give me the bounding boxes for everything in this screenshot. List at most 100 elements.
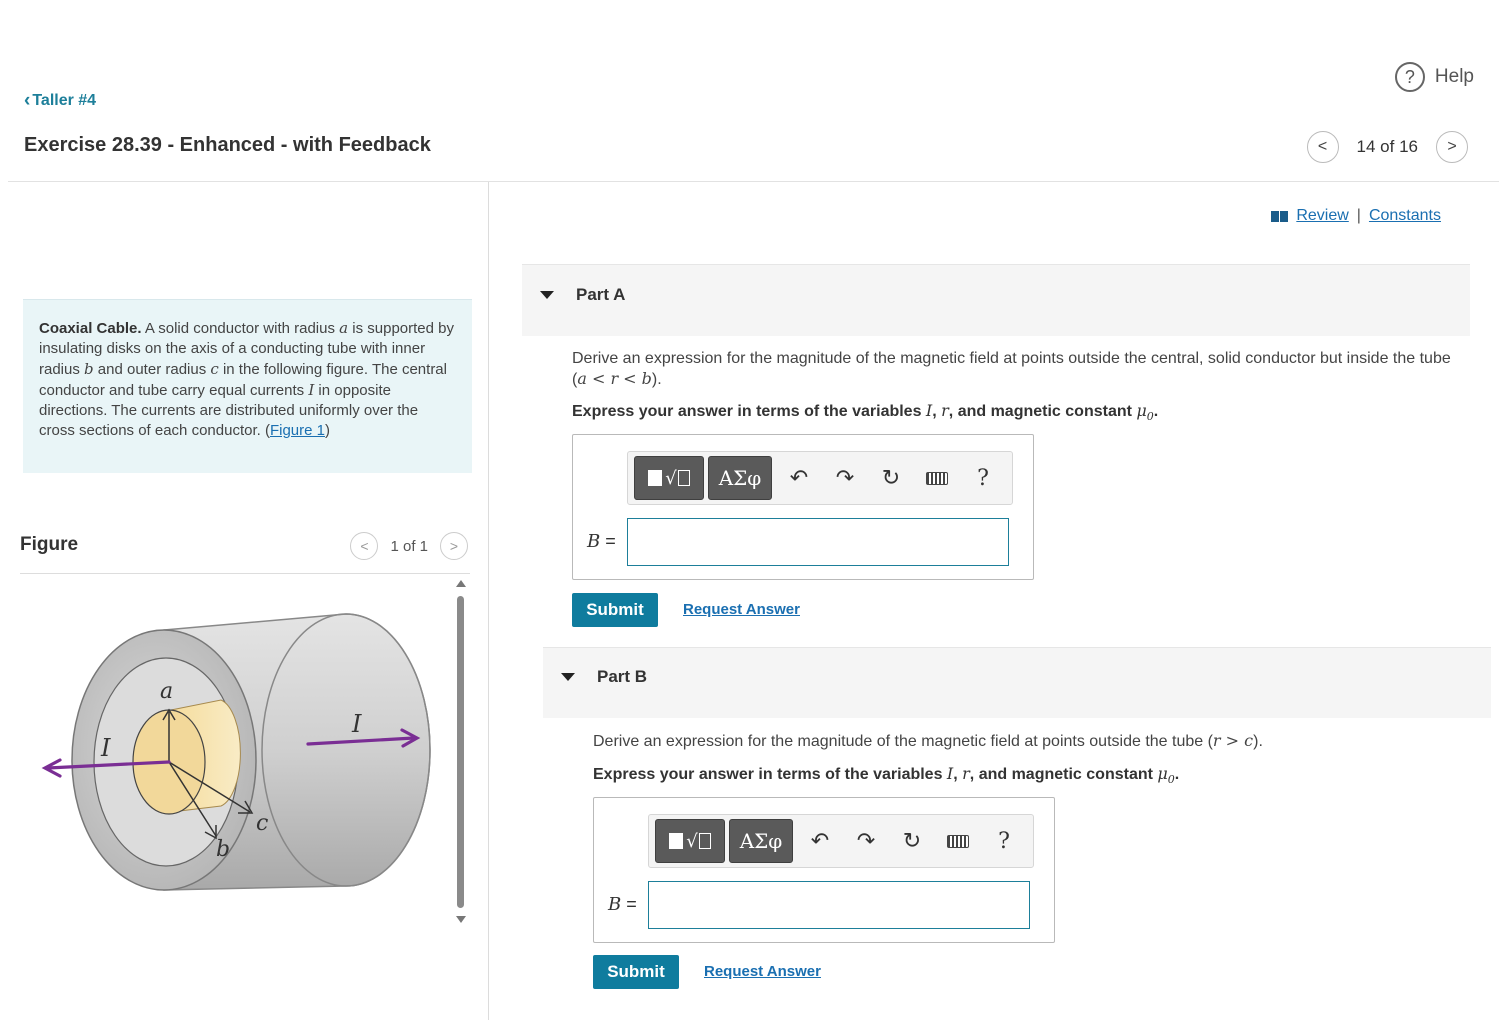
prompt-text: Derive an expression for the magnitude o…	[593, 733, 1208, 750]
part-b-label: Part B	[597, 667, 648, 686]
figure-label-current-right: I	[351, 710, 362, 738]
instruction-text: .	[1174, 766, 1180, 783]
exercise-pager: < 14 of 16 >	[1306, 131, 1468, 163]
part-b-answer-label: B =	[608, 894, 637, 915]
part-a-title-row: Part A	[540, 285, 625, 305]
greek-symbols-button[interactable]: ΑΣφ	[708, 456, 772, 500]
panel-divider	[488, 182, 489, 1020]
constants-link[interactable]: Constants	[1369, 207, 1441, 225]
review-link[interactable]: Review	[1296, 207, 1348, 225]
redo-icon[interactable]: ↷	[843, 819, 889, 863]
collapse-triangle-icon[interactable]	[540, 291, 554, 299]
scroll-thumb[interactable]	[457, 596, 464, 908]
back-link[interactable]: ‹ Taller #4	[24, 91, 96, 110]
intro-text: )	[324, 422, 330, 439]
figure-count: 1 of 1	[390, 537, 428, 555]
book-icon	[1271, 210, 1289, 222]
figure-link[interactable]: Figure 1	[270, 422, 325, 439]
part-a-prompt: Derive an expression for the magnitude o…	[572, 349, 1472, 390]
toolbar-help-icon[interactable]: ?	[960, 456, 1006, 500]
figure-label-a: a	[160, 679, 173, 704]
collapse-triangle-icon[interactable]	[561, 673, 575, 681]
scroll-down-icon[interactable]	[456, 916, 466, 923]
previous-figure-button[interactable]: <	[350, 532, 379, 560]
next-exercise-button[interactable]: >	[1436, 131, 1468, 163]
figure-header: Figure < 1 of 1 >	[20, 532, 470, 574]
part-b-title-row: Part B	[561, 667, 647, 687]
header-divider	[8, 181, 1499, 182]
reset-icon[interactable]: ↻	[889, 819, 935, 863]
instruction-text: Express your answer in terms of the vari…	[593, 766, 947, 783]
var-c: c	[210, 360, 219, 378]
template-box-icon	[698, 833, 711, 849]
prompt-math: r > c	[1212, 731, 1254, 750]
prompt-text: ).	[651, 371, 662, 388]
figure-scrollbar[interactable]	[455, 580, 467, 925]
greek-symbols-button[interactable]: ΑΣφ	[729, 819, 793, 863]
exercise-count: 14 of 16	[1356, 137, 1418, 156]
help-button[interactable]: ? Help	[1394, 62, 1474, 92]
next-figure-button[interactable]: >	[440, 532, 468, 560]
part-a-request-answer-link[interactable]: Request Answer	[683, 601, 800, 618]
scroll-up-icon[interactable]	[456, 580, 466, 587]
instruction-text: .	[1153, 403, 1159, 420]
var-mu-sub: 0	[1167, 773, 1175, 787]
template-square-icon	[669, 833, 684, 849]
answer-variable: B	[608, 894, 622, 915]
prompt-text: ).	[1253, 733, 1263, 750]
coaxial-cable-figure: a b c I I	[41, 613, 431, 891]
exercise-title: Exercise 28.39 - Enhanced - with Feedbac…	[24, 134, 431, 156]
answer-variable: B	[587, 531, 601, 552]
var-a: a	[339, 319, 349, 337]
part-a-answer-input[interactable]	[627, 518, 1009, 566]
part-a-header[interactable]: Part A	[522, 264, 1470, 336]
keyboard-button[interactable]	[914, 456, 960, 500]
redo-icon[interactable]: ↷	[822, 456, 868, 500]
review-links: Review | Constants	[1271, 207, 1441, 225]
figure-title: Figure	[20, 534, 79, 555]
part-b-prompt: Derive an expression for the magnitude o…	[593, 731, 1473, 752]
keyboard-icon	[926, 471, 948, 485]
intro-text: and outer radius	[93, 361, 211, 378]
previous-exercise-button[interactable]: <	[1306, 131, 1339, 163]
reset-icon[interactable]: ↻	[868, 456, 914, 500]
templates-button[interactable]: √	[634, 456, 704, 500]
template-box-icon	[677, 470, 690, 486]
prompt-math: a < r < b	[577, 369, 652, 388]
help-label: Help	[1434, 66, 1474, 87]
figure-label-current-left: I	[100, 734, 111, 762]
problem-intro: Coaxial Cable. A solid conductor with ra…	[23, 299, 472, 473]
math-toolbar: √ ΑΣφ ↶ ↷ ↻ ?	[648, 814, 1034, 868]
back-link-label: Taller #4	[32, 91, 97, 109]
chevron-left-icon: ‹	[24, 90, 31, 111]
var-b: b	[84, 360, 94, 378]
instruction-text: ,	[953, 766, 963, 783]
part-a-instructions: Express your answer in terms of the vari…	[572, 401, 1158, 423]
var-mu: μ	[1136, 401, 1147, 420]
instruction-text: ,	[932, 403, 942, 420]
undo-icon[interactable]: ↶	[797, 819, 843, 863]
part-a-answer-box: √ ΑΣφ ↶ ↷ ↻ ? B =	[572, 434, 1034, 580]
help-icon: ?	[1394, 62, 1425, 92]
undo-icon[interactable]: ↶	[776, 456, 822, 500]
figure-label-b: b	[216, 837, 230, 862]
intro-heading: Coaxial Cable.	[39, 320, 142, 337]
part-b-answer-input[interactable]	[648, 881, 1030, 929]
toolbar-help-icon[interactable]: ?	[981, 819, 1027, 863]
instruction-text: , and magnetic constant	[969, 766, 1158, 783]
part-b-submit-button[interactable]: Submit	[593, 955, 679, 989]
equals-sign: =	[621, 894, 637, 914]
figure-label-c: c	[256, 811, 268, 836]
part-b-request-answer-link[interactable]: Request Answer	[704, 963, 821, 980]
link-separator: |	[1356, 207, 1361, 224]
var-r: r	[962, 764, 970, 783]
keyboard-icon	[947, 834, 969, 848]
instruction-text: Express your answer in terms of the vari…	[572, 403, 926, 420]
var-r: r	[941, 401, 949, 420]
part-a-label: Part A	[576, 285, 626, 304]
keyboard-button[interactable]	[935, 819, 981, 863]
templates-button[interactable]: √	[655, 819, 725, 863]
intro-text: A solid conductor with radius	[141, 320, 340, 337]
part-b-header[interactable]: Part B	[543, 647, 1491, 718]
part-a-submit-button[interactable]: Submit	[572, 593, 658, 627]
